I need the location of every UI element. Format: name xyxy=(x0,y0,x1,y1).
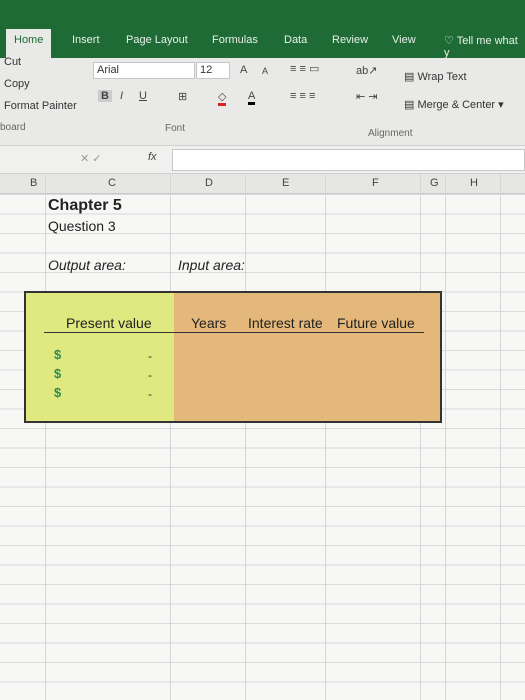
sheet-subtitle: Question 3 xyxy=(48,218,116,234)
output-area-label: Output area: xyxy=(48,257,126,273)
increase-font-icon[interactable]: A xyxy=(240,64,247,76)
present-value-cell[interactable]: - xyxy=(148,387,152,401)
data-table: Present value Years Interest rate Future… xyxy=(24,291,442,423)
title-bar xyxy=(0,0,525,28)
font-color-icon[interactable]: A xyxy=(248,90,256,105)
tab-formulas[interactable]: Formulas xyxy=(208,32,262,48)
clipboard-group-label: board xyxy=(0,122,26,133)
align-horizontal-icons[interactable]: ≡ ≡ ≡ xyxy=(290,90,315,102)
column-header-g[interactable]: G xyxy=(430,177,439,189)
cancel-icon[interactable]: ✕ ✓ xyxy=(80,152,102,165)
column-headers: B C D E F G H xyxy=(0,174,525,194)
header-present-value: Present value xyxy=(66,315,152,331)
font-name-select[interactable]: Arial xyxy=(93,62,195,79)
present-value-cell[interactable]: - xyxy=(148,368,152,382)
header-interest-rate: Interest rate xyxy=(248,315,323,331)
bold-button[interactable]: B xyxy=(98,90,112,102)
font-size-select[interactable]: 12 xyxy=(196,62,230,79)
alignment-group-label: Alignment xyxy=(368,128,413,139)
tab-insert[interactable]: Insert xyxy=(68,32,104,48)
currency-symbol: $ xyxy=(54,366,62,381)
align-top-icon[interactable]: ≡ ≡ ▭ xyxy=(290,62,319,75)
borders-icon[interactable]: ⊞ xyxy=(178,90,187,103)
column-header-d[interactable]: D xyxy=(205,177,213,189)
present-value-cell[interactable]: - xyxy=(148,349,152,363)
underline-button[interactable]: U xyxy=(139,90,147,102)
input-area-label: Input area: xyxy=(178,257,245,273)
tab-data[interactable]: Data xyxy=(280,32,311,48)
font-group-label: Font xyxy=(165,123,186,134)
ribbon: Cut Copy Format Painter board Arial 12 A… xyxy=(0,56,525,146)
format-painter-button[interactable]: Format Painter xyxy=(4,100,77,112)
column-header-b[interactable]: B xyxy=(30,177,37,189)
merge-icon: ▤ xyxy=(404,99,418,111)
tab-view[interactable]: View xyxy=(388,32,420,48)
currency-symbol: $ xyxy=(54,347,62,362)
decrease-font-icon[interactable]: A xyxy=(262,66,268,76)
fx-button[interactable]: fx xyxy=(148,151,157,163)
header-future-value: Future value xyxy=(337,315,415,331)
column-header-c[interactable]: C xyxy=(108,177,116,189)
cut-button[interactable]: Cut xyxy=(4,56,21,68)
formula-input[interactable] xyxy=(172,149,525,171)
column-header-e[interactable]: E xyxy=(282,177,289,189)
tab-page-layout[interactable]: Page Layout xyxy=(122,32,192,48)
indent-icons[interactable]: ⇤ ⇥ xyxy=(356,90,378,103)
header-years: Years xyxy=(191,315,227,331)
formula-bar: ✕ ✓ fx xyxy=(0,146,525,174)
lightbulb-icon: ♡ xyxy=(444,35,457,47)
italic-button[interactable]: I xyxy=(120,90,123,102)
wrap-text-icon: ▤ xyxy=(404,71,418,83)
tell-me-box[interactable]: ♡ Tell me what y xyxy=(440,32,525,61)
wrap-text-button[interactable]: ▤ Wrap Text xyxy=(404,70,467,83)
orientation-icon[interactable]: ab↗ xyxy=(356,64,377,77)
currency-symbol: $ xyxy=(54,385,62,400)
ribbon-tabs: Home Insert Page Layout Formulas Data Re… xyxy=(0,28,525,61)
column-header-f[interactable]: F xyxy=(372,177,379,189)
tab-review[interactable]: Review xyxy=(328,32,372,48)
fill-color-icon[interactable]: ◇ xyxy=(218,90,227,106)
copy-button[interactable]: Copy xyxy=(4,78,30,90)
column-header-h[interactable]: H xyxy=(470,177,478,189)
merge-center-button[interactable]: ▤ Merge & Center ▾ xyxy=(404,98,504,111)
tab-home[interactable]: Home xyxy=(6,29,52,58)
sheet-title: Chapter 5 xyxy=(48,197,122,214)
